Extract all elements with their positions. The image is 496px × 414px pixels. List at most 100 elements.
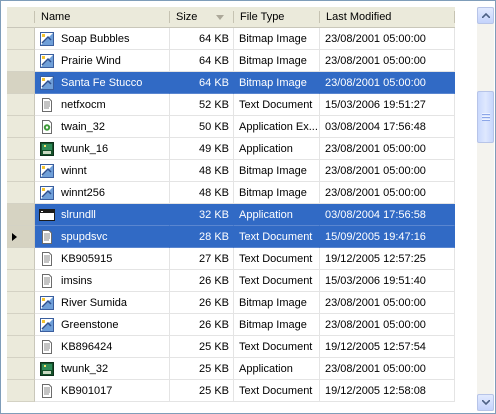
cell-name[interactable]: netfxocm <box>35 94 170 116</box>
cell-file-type[interactable]: Application <box>234 138 320 160</box>
row-selector[interactable] <box>7 94 35 116</box>
cell-file-type[interactable]: Text Document <box>234 248 320 270</box>
cell-last-modified[interactable]: 23/08/2001 05:00:00 <box>320 160 455 182</box>
scrollbar-thumb[interactable] <box>477 91 494 143</box>
cell-file-type[interactable]: Bitmap Image <box>234 50 320 72</box>
cell-name[interactable]: twain_32 <box>35 116 170 138</box>
cell-file-type[interactable]: Application Ex... <box>234 116 320 138</box>
cell-name[interactable]: KB905915 <box>35 248 170 270</box>
cell-last-modified[interactable]: 19/12/2005 12:57:54 <box>320 336 455 358</box>
row-selector[interactable] <box>7 116 35 138</box>
cell-file-type[interactable]: Application <box>234 358 320 380</box>
cell-size[interactable]: 26 KB <box>170 292 234 314</box>
cell-last-modified[interactable]: 03/08/2004 17:56:58 <box>320 204 455 226</box>
cell-name[interactable]: slrundll <box>35 204 170 226</box>
cell-name[interactable]: spupdsvc <box>35 226 170 248</box>
cell-file-type[interactable]: Bitmap Image <box>234 182 320 204</box>
cell-file-type[interactable]: Text Document <box>234 270 320 292</box>
cell-size[interactable]: 49 KB <box>170 138 234 160</box>
table-row[interactable]: twunk_16 49 KB Application 23/08/2001 05:00… <box>7 138 455 160</box>
cell-name[interactable]: KB901017 <box>35 380 170 402</box>
cell-last-modified[interactable]: 23/08/2001 05:00:00 <box>320 292 455 314</box>
row-selector[interactable] <box>7 28 35 50</box>
scroll-down-button[interactable] <box>477 394 494 411</box>
cell-file-type[interactable]: Text Document <box>234 380 320 402</box>
cell-size[interactable]: 50 KB <box>170 116 234 138</box>
cell-last-modified[interactable]: 23/08/2001 05:00:00 <box>320 358 455 380</box>
cell-name[interactable]: KB896424 <box>35 336 170 358</box>
cell-last-modified[interactable]: 23/08/2001 05:00:00 <box>320 182 455 204</box>
row-selector[interactable] <box>7 204 35 226</box>
cell-size[interactable]: 64 KB <box>170 28 234 50</box>
cell-name[interactable]: winnt256 <box>35 182 170 204</box>
row-selector[interactable] <box>7 336 35 358</box>
cell-name[interactable]: imsins <box>35 270 170 292</box>
cell-size[interactable]: 28 KB <box>170 226 234 248</box>
cell-last-modified[interactable]: 15/03/2006 19:51:27 <box>320 94 455 116</box>
row-selector[interactable] <box>7 270 35 292</box>
cell-file-type[interactable]: Bitmap Image <box>234 28 320 50</box>
cell-file-type[interactable]: Bitmap Image <box>234 314 320 336</box>
table-row[interactable]: netfxocm 52 KB Text Document 15/03/2006 19:… <box>7 94 455 116</box>
row-selector[interactable] <box>7 138 35 160</box>
cell-size[interactable]: 64 KB <box>170 72 234 94</box>
column-header-file-type[interactable]: File Type <box>234 7 320 27</box>
table-row[interactable]: Santa Fe Stucco 64 KB Bitmap Image 23/08/20… <box>7 72 455 94</box>
cell-size[interactable]: 32 KB <box>170 204 234 226</box>
row-selector[interactable] <box>7 182 35 204</box>
cell-size[interactable]: 25 KB <box>170 336 234 358</box>
cell-name[interactable]: winnt <box>35 160 170 182</box>
row-selector-header[interactable] <box>7 7 35 27</box>
row-selector[interactable] <box>7 314 35 336</box>
cell-last-modified[interactable]: 19/12/2005 12:57:25 <box>320 248 455 270</box>
table-row[interactable]: KB901017 25 KB Text Document 19/12/2005 12:… <box>7 380 455 402</box>
cell-size[interactable]: 26 KB <box>170 314 234 336</box>
cell-size[interactable]: 48 KB <box>170 182 234 204</box>
table-row[interactable]: River Sumida 26 KB Bitmap Image 23/08/2001 … <box>7 292 455 314</box>
cell-name[interactable]: Soap Bubbles <box>35 28 170 50</box>
row-selector[interactable] <box>7 358 35 380</box>
cell-last-modified[interactable]: 03/08/2004 17:56:48 <box>320 116 455 138</box>
column-header-last-modified[interactable]: Last Modified <box>320 7 455 27</box>
row-selector[interactable] <box>7 50 35 72</box>
cell-name[interactable]: twunk_32 <box>35 358 170 380</box>
cell-last-modified[interactable]: 23/08/2001 05:00:00 <box>320 50 455 72</box>
column-header-size[interactable]: Size <box>170 7 234 27</box>
table-row[interactable]: slrundll 32 KB Application 03/08/2004 17:56… <box>7 204 455 226</box>
cell-size[interactable]: 25 KB <box>170 380 234 402</box>
table-row[interactable]: twain_32 50 KB Application Ex... 03/08/2004… <box>7 116 455 138</box>
table-row[interactable]: winnt256 48 KB Bitmap Image 23/08/2001 05:0… <box>7 182 455 204</box>
cell-file-type[interactable]: Text Document <box>234 226 320 248</box>
cell-file-type[interactable]: Text Document <box>234 336 320 358</box>
cell-size[interactable]: 26 KB <box>170 270 234 292</box>
cell-size[interactable]: 52 KB <box>170 94 234 116</box>
table-row[interactable]: Soap Bubbles 64 KB Bitmap Image 23/08/2001 … <box>7 28 455 50</box>
cell-file-type[interactable]: Application <box>234 204 320 226</box>
table-row[interactable]: KB905915 27 KB Text Document 19/12/2005 12:… <box>7 248 455 270</box>
scroll-up-button[interactable] <box>477 7 494 24</box>
cell-name[interactable]: River Sumida <box>35 292 170 314</box>
cell-file-type[interactable]: Bitmap Image <box>234 72 320 94</box>
table-row[interactable]: KB896424 25 KB Text Document 19/12/2005 12:… <box>7 336 455 358</box>
row-selector[interactable] <box>7 292 35 314</box>
cell-last-modified[interactable]: 19/12/2005 12:58:08 <box>320 380 455 402</box>
cell-last-modified[interactable]: 23/08/2001 05:00:00 <box>320 138 455 160</box>
cell-name[interactable]: Greenstone <box>35 314 170 336</box>
table-row[interactable]: twunk_32 25 KB Application 23/08/2001 05:00… <box>7 358 455 380</box>
cell-last-modified[interactable]: 23/08/2001 05:00:00 <box>320 28 455 50</box>
table-row[interactable]: spupdsvc 28 KB Text Document 15/09/2005 19:… <box>7 226 455 248</box>
cell-last-modified[interactable]: 23/08/2001 05:00:00 <box>320 72 455 94</box>
cell-size[interactable]: 25 KB <box>170 358 234 380</box>
row-selector[interactable] <box>7 72 35 94</box>
cell-file-type[interactable]: Bitmap Image <box>234 160 320 182</box>
cell-last-modified[interactable]: 23/08/2001 05:00:00 <box>320 314 455 336</box>
row-selector[interactable] <box>7 226 35 248</box>
table-row[interactable]: imsins 26 KB Text Document 15/03/2006 19:51… <box>7 270 455 292</box>
cell-last-modified[interactable]: 15/09/2005 19:47:16 <box>320 226 455 248</box>
cell-name[interactable]: Santa Fe Stucco <box>35 72 170 94</box>
row-selector[interactable] <box>7 248 35 270</box>
table-row[interactable]: winnt 48 KB Bitmap Image 23/08/2001 05:00:0… <box>7 160 455 182</box>
column-header-name[interactable]: Name <box>35 7 170 27</box>
cell-file-type[interactable]: Text Document <box>234 94 320 116</box>
cell-last-modified[interactable]: 15/03/2006 19:51:40 <box>320 270 455 292</box>
